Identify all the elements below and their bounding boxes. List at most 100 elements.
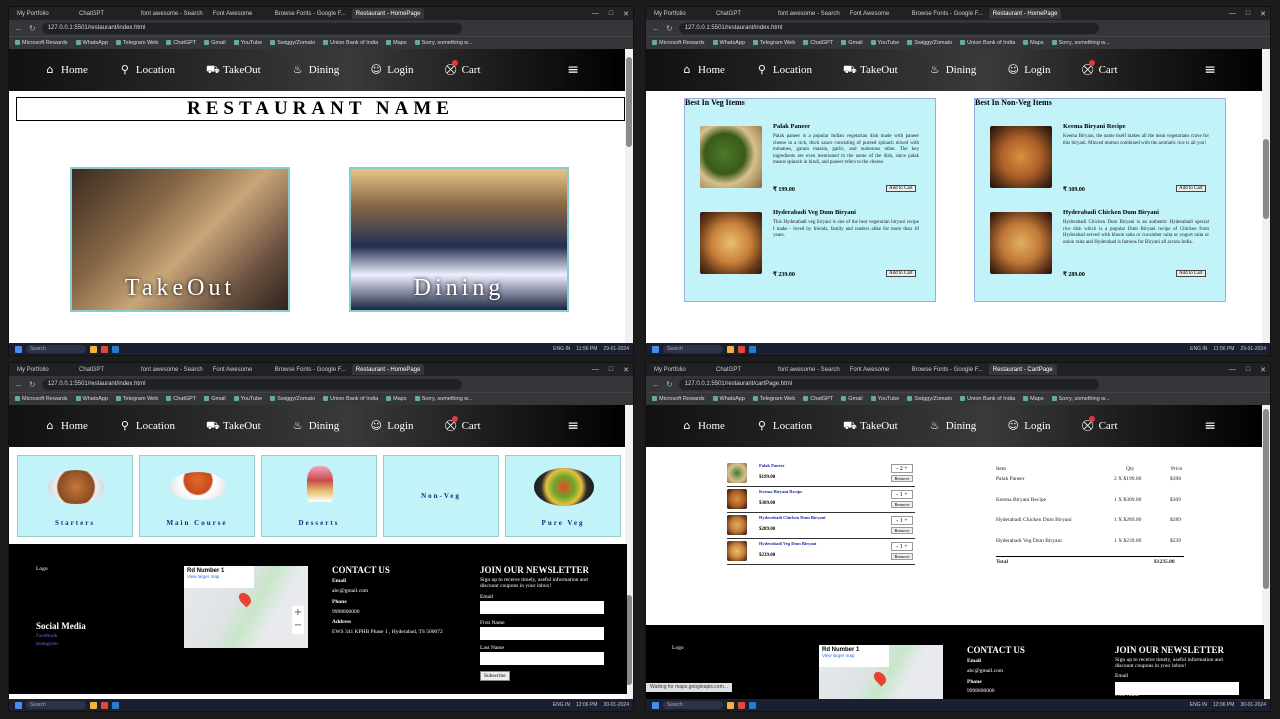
reload-icon[interactable]: ↻ — [29, 380, 36, 389]
cart-item-name[interactable]: Hyderabadi Chicken Dum Biryani — [759, 515, 825, 520]
bookmark[interactable]: Maps — [1023, 40, 1043, 46]
nav-location[interactable]: ⚲ Location — [119, 420, 175, 433]
add-to-cart-button[interactable]: Add to Cart — [1176, 185, 1206, 192]
tab[interactable]: My Portfolio — [650, 8, 710, 19]
add-to-cart-button[interactable]: Add to Cart — [886, 185, 916, 192]
taskbar-search[interactable]: Search — [26, 701, 86, 709]
category-card[interactable]: Non-Veg — [383, 455, 499, 537]
tab[interactable]: font awesome - Search — [137, 364, 207, 375]
vscode-icon[interactable] — [749, 345, 756, 353]
bookmark[interactable]: Swiggy/Zomato — [907, 40, 952, 46]
bookmark[interactable]: Swiggy/Zomato — [270, 396, 315, 402]
close-button[interactable]: ✕ — [1260, 10, 1266, 18]
hamburger-menu-icon[interactable]: ≡ — [567, 418, 579, 434]
map-zoom-control[interactable]: + − — [292, 606, 304, 634]
nav-login[interactable]: ☺ Login — [1007, 64, 1051, 77]
language-indicator[interactable]: ENG IN — [553, 346, 570, 352]
tab-active[interactable]: Restaurant - HomePage — [351, 8, 425, 19]
category-card[interactable]: Pure Veg — [505, 455, 621, 537]
reload-icon[interactable]: ↻ — [666, 380, 673, 389]
location-map[interactable]: Rd Number 1 View larger map + − — [184, 566, 308, 648]
clock-time[interactable]: 11:56 PM — [1213, 346, 1234, 352]
cart-item-name[interactable]: Hyderabadi Veg Dum Biryani — [759, 541, 816, 546]
bookmark[interactable]: Sorry, something w... — [1052, 396, 1110, 402]
maximize-button[interactable]: □ — [609, 10, 613, 18]
nav-cart[interactable]: ⛒ Cart — [445, 60, 481, 76]
nav-login[interactable]: ☺ Login — [1007, 420, 1051, 433]
nav-home[interactable]: ⌂ Home — [44, 420, 88, 433]
remove-button[interactable]: Remove — [891, 553, 913, 560]
language-indicator[interactable]: ENG IN — [1190, 346, 1207, 352]
windows-start-icon[interactable] — [15, 345, 22, 353]
nav-dining[interactable]: ♨ Dining — [929, 420, 977, 433]
maximize-button[interactable]: □ — [609, 366, 613, 374]
tab[interactable]: Font Awesome — [846, 8, 906, 19]
add-to-cart-button[interactable]: Add to Cart — [886, 270, 916, 277]
nav-dining[interactable]: ♨ Dining — [929, 64, 977, 77]
clock-time[interactable]: 12:06 PM — [576, 702, 597, 708]
bookmark[interactable]: Swiggy/Zomato — [907, 396, 952, 402]
nav-cart[interactable]: ⛒ Cart — [1082, 416, 1118, 432]
hamburger-menu-icon[interactable]: ≡ — [1204, 62, 1216, 78]
nav-location[interactable]: ⚲ Location — [119, 64, 175, 77]
subscribe-button[interactable]: Subscribe — [480, 671, 510, 681]
clock-time[interactable]: 12:06 PM — [1213, 702, 1234, 708]
close-button[interactable]: ✕ — [1260, 366, 1266, 374]
bookmark[interactable]: YouTube — [871, 396, 900, 402]
back-icon[interactable]: ← — [15, 380, 23, 389]
nav-takeout[interactable]: ⛟ TakeOut — [843, 420, 898, 433]
dining-card[interactable]: Dining — [349, 167, 569, 312]
nav-dining[interactable]: ♨ Dining — [292, 420, 340, 433]
hamburger-menu-icon[interactable]: ≡ — [567, 62, 579, 78]
tab[interactable]: My Portfolio — [13, 8, 73, 19]
minimize-button[interactable]: — — [1229, 366, 1236, 374]
quantity-stepper[interactable]: - 2 + — [891, 464, 913, 473]
clock-date[interactable]: 30-01-2024 — [603, 702, 629, 708]
bookmark[interactable]: Microsoft Rewards — [15, 396, 68, 402]
minimize-button[interactable]: — — [592, 10, 599, 18]
tab[interactable]: Browse Fonts - Google F... — [908, 364, 987, 375]
bookmark[interactable]: ChatGPT — [803, 396, 833, 402]
tab[interactable]: Browse Fonts - Google F... — [908, 8, 987, 19]
tab[interactable]: ChatGPT — [712, 364, 772, 375]
scrollbar[interactable] — [625, 49, 633, 345]
tab[interactable]: My Portfolio — [13, 364, 73, 375]
close-button[interactable]: ✕ — [623, 10, 629, 18]
reload-icon[interactable]: ↻ — [666, 24, 673, 33]
bookmark[interactable]: Sorry, something w... — [415, 396, 473, 402]
bookmark[interactable]: Telegram Web — [753, 396, 795, 402]
clock-date[interactable]: 30-01-2024 — [1240, 702, 1266, 708]
cart-item-name[interactable]: Keema Biryani Recipe — [759, 489, 802, 494]
chrome-icon[interactable] — [101, 701, 108, 709]
bookmark[interactable]: YouTube — [234, 40, 263, 46]
clock-time[interactable]: 11:56 PM — [576, 346, 597, 352]
bookmark[interactable]: Gmail — [841, 396, 862, 402]
minimize-button[interactable]: — — [592, 366, 599, 374]
add-to-cart-button[interactable]: Add to Cart — [1176, 270, 1206, 277]
nav-cart[interactable]: ⛒ Cart — [1082, 60, 1118, 76]
tab[interactable]: Browse Fonts - Google F... — [271, 364, 350, 375]
bookmark[interactable]: Microsoft Rewards — [15, 40, 68, 46]
quantity-stepper[interactable]: - 1 + — [891, 516, 913, 525]
reload-icon[interactable]: ↻ — [29, 24, 36, 33]
quantity-stepper[interactable]: - 1 + — [891, 542, 913, 551]
taskbar-search[interactable]: Search — [663, 701, 723, 709]
tab[interactable]: ChatGPT — [712, 8, 772, 19]
tab[interactable]: Font Awesome — [209, 364, 269, 375]
tab[interactable]: ChatGPT — [75, 364, 135, 375]
bookmark[interactable]: Union Bank of India — [323, 396, 378, 402]
clock-date[interactable]: 29-01-2024 — [1240, 346, 1266, 352]
remove-button[interactable]: Remove — [891, 527, 913, 534]
bookmark[interactable]: Sorry, something w... — [415, 40, 473, 46]
category-card[interactable]: Main Course — [139, 455, 255, 537]
maximize-button[interactable]: □ — [1246, 10, 1250, 18]
tab[interactable]: Font Awesome — [209, 8, 269, 19]
instagram-link[interactable]: Instagram — [36, 641, 58, 647]
view-larger-map-link[interactable]: View larger map — [822, 653, 886, 658]
bookmark[interactable]: Union Bank of India — [323, 40, 378, 46]
tab-active[interactable]: Restaurant - CartPage — [988, 364, 1057, 375]
bookmark[interactable]: Gmail — [204, 40, 225, 46]
windows-start-icon[interactable] — [15, 701, 22, 709]
bookmark[interactable]: Telegram Web — [753, 40, 795, 46]
remove-button[interactable]: Remove — [891, 475, 913, 482]
